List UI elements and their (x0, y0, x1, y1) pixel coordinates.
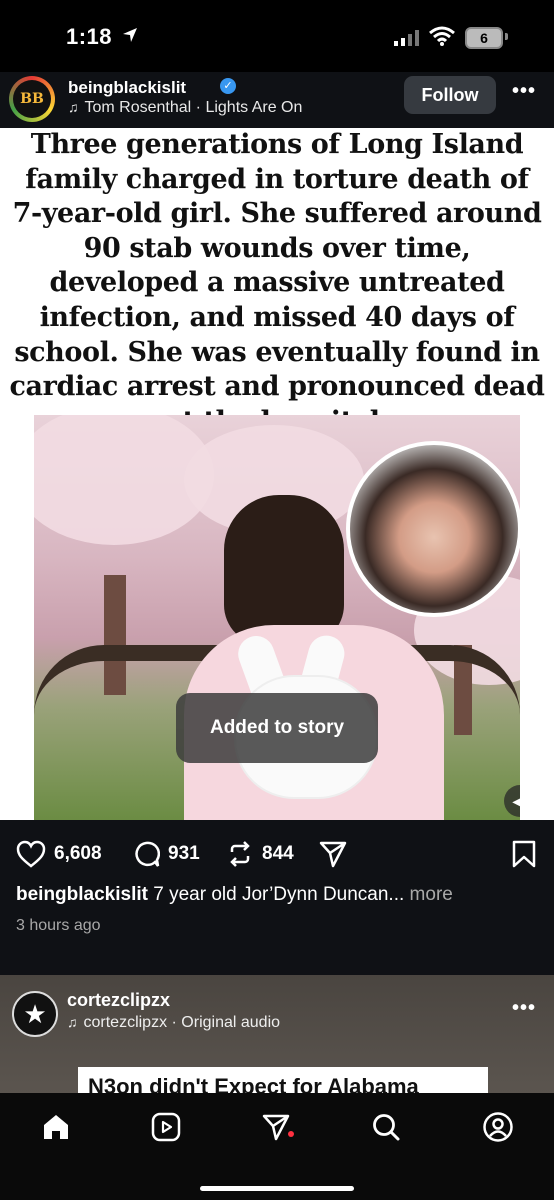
caption-text: 7 year old Jor’Dynn Duncan... (153, 884, 405, 905)
tab-messages[interactable] (256, 1107, 296, 1147)
next-post-banner: N3on didn't Expect for Alabama (78, 1067, 488, 1093)
next-post-audio-link[interactable]: ♫ cortezclipzx · Original audio (67, 1014, 280, 1032)
added-to-story-toast: Added to story (176, 693, 378, 763)
notification-dot (288, 1131, 294, 1137)
child-figure (224, 495, 344, 645)
music-note-icon: ♫ (67, 1014, 78, 1030)
battery-tip (505, 33, 508, 40)
next-post-audio-label: cortezclipzx · Original audio (83, 1014, 281, 1031)
wifi-icon (429, 26, 455, 46)
battery-indicator: 6 (465, 27, 503, 49)
post-audio-label: Tom Rosenthal · Lights Are On (84, 99, 303, 116)
repost-icon[interactable] (226, 840, 254, 868)
location-arrow-icon (123, 28, 137, 42)
verified-icon: ✓ (220, 78, 236, 94)
caption-username[interactable]: beingblackislit (16, 884, 148, 905)
next-post-username[interactable]: cortezclipzx (67, 990, 170, 1011)
post-actions: 6,608 931 844 beingblackislit 7 year old… (0, 820, 554, 975)
like-count: 6,608 (54, 843, 102, 864)
comment-count: 931 (168, 843, 200, 864)
follow-button[interactable]: Follow (404, 76, 496, 114)
post-audio-link[interactable]: ♫ Tom Rosenthal · Lights Are On (68, 99, 302, 117)
home-icon (44, 1115, 68, 1139)
repost-action[interactable]: 844 (226, 840, 294, 868)
inset-portrait (346, 441, 520, 617)
music-note-icon: ♫ (68, 99, 79, 115)
avatar[interactable]: BB (9, 76, 55, 122)
comment-icon[interactable] (132, 840, 160, 868)
more-icon[interactable]: ••• (512, 80, 536, 103)
status-bar: 1:18 6 (0, 0, 554, 72)
signal-icon (394, 30, 419, 46)
repost-count: 844 (262, 843, 294, 864)
tab-home[interactable] (36, 1107, 76, 1147)
share-icon[interactable] (318, 840, 348, 868)
post-timestamp: 3 hours ago (16, 917, 101, 934)
more-icon[interactable]: ••• (512, 997, 536, 1020)
profile-icon (483, 1112, 513, 1142)
post-headline: Three generations of Long Island family … (9, 129, 545, 437)
bookmark-icon[interactable] (512, 840, 536, 868)
caption-more-link[interactable]: more (410, 884, 453, 905)
tab-reels[interactable] (146, 1107, 186, 1147)
next-post[interactable]: ★ cortezclipzx ♫ cortezclipzx · Original … (0, 975, 554, 1093)
search-icon (373, 1114, 400, 1141)
comment-action[interactable]: 931 (132, 840, 200, 868)
tab-profile[interactable] (478, 1107, 518, 1147)
post-username[interactable]: beingblackislit (68, 78, 186, 98)
status-time: 1:18 (66, 24, 113, 49)
post-caption[interactable]: beingblackislit 7 year old Jor’Dynn Dunc… (16, 884, 546, 906)
post-media[interactable]: Three generations of Long Island family … (0, 128, 554, 820)
heart-icon[interactable] (16, 840, 46, 868)
like-action[interactable]: 6,608 (16, 840, 102, 868)
home-indicator (200, 1186, 354, 1191)
avatar-logo: BB (13, 80, 51, 118)
reels-icon (151, 1112, 181, 1142)
avatar[interactable]: ★ (12, 991, 58, 1037)
post-header: BB beingblackislit ✓ ♫ Tom Rosenthal · Li… (0, 72, 554, 128)
bottom-tab-bar (0, 1093, 554, 1200)
tab-search[interactable] (366, 1107, 406, 1147)
send-icon (262, 1114, 290, 1141)
